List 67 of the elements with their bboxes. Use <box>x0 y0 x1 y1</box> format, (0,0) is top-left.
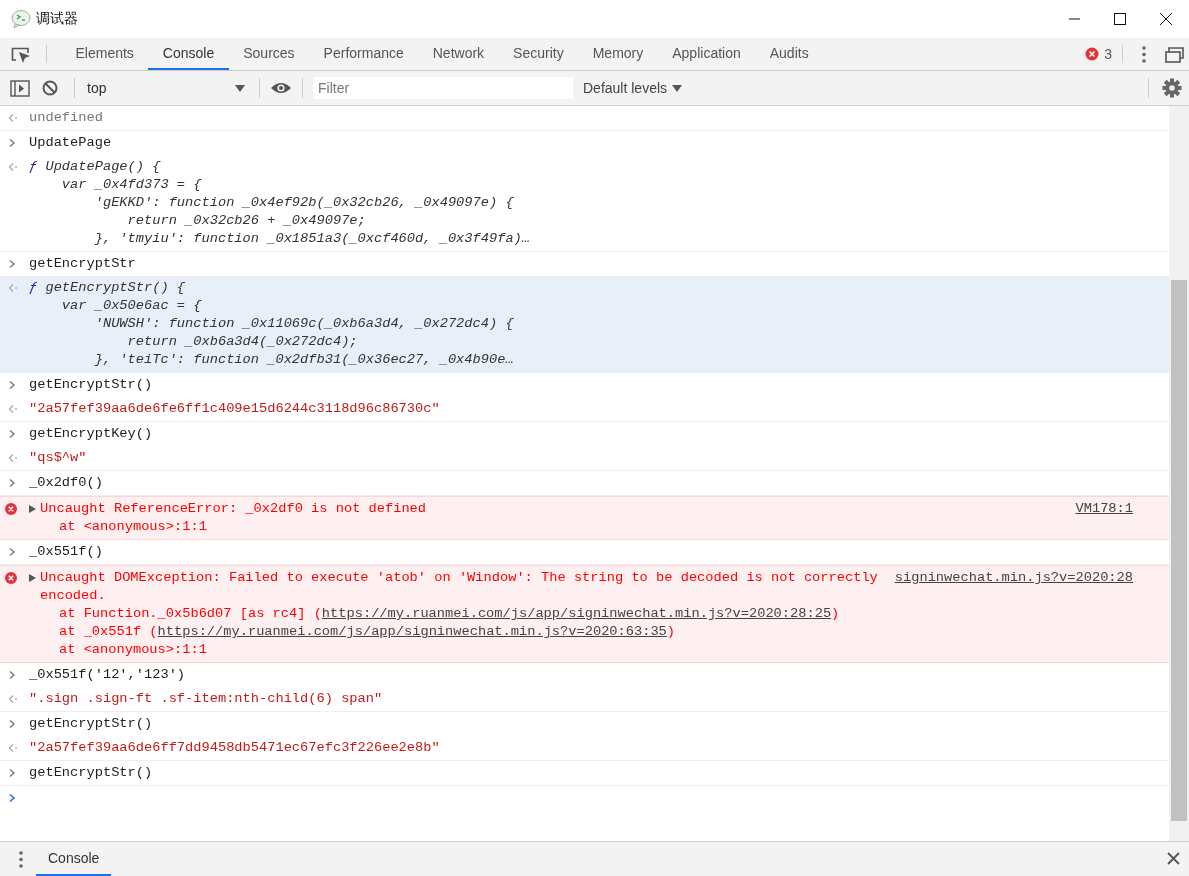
error-message: Uncaught DOMException: Failed to execute 'atob' on 'Window': The string to be decoded is not correctly encoded. <box>40 569 879 605</box>
caret-icon <box>672 84 683 92</box>
context-select[interactable]: top <box>81 75 253 101</box>
code-line: getEncryptStr() { <box>44 280 186 295</box>
stack-link[interactable]: https://my.ruanmei.com/js/app/signinwechat.min.js?v=2020:28:25 <box>321 606 832 621</box>
panel-tab[interactable]: Audits <box>755 38 824 70</box>
command-text: getEncryptStr() <box>29 764 153 782</box>
error-icon[interactable] <box>1085 47 1100 61</box>
code-line: }, 'teiTc': function _0x2dfb31(_0x36ec27, _0x4b90e… <box>93 352 514 367</box>
collapsed-triangle-icon[interactable] <box>28 504 37 514</box>
stack-link[interactable]: https://my.ruanmei.com/js/app/signinwechat.min.js?v=2020:63:35 <box>157 624 667 639</box>
code-line: var _0x50e6ac = { <box>60 298 202 313</box>
command-text: getEncryptStr() <box>29 376 153 394</box>
chat-bubble-icon <box>11 10 31 28</box>
code-line: }, 'tmyiu': function _0x1851a3(_0xcf460d, _0x3f49fa)… <box>93 231 531 246</box>
stack-line: at Function._0x5b6d07 [as rc4] (https://my.ruanmei.com/js/app/signinwechat.min.js?v=2020:28:25) <box>58 605 841 623</box>
scrollbar[interactable] <box>1169 106 1189 841</box>
command-text: _0x2df0() <box>29 474 103 492</box>
error-message: Uncaught ReferenceError: _0x2df0 is not defined <box>40 500 428 518</box>
return-arrow-icon <box>8 694 18 704</box>
result-text: ".sign .sign-ft .sf-item:nth-child(6) span" <box>29 690 383 708</box>
stack-line: at _0x551f (https://my.ruanmei.com/js/app/signinwechat.min.js?v=2020:63:35) <box>58 623 677 641</box>
command-text: getEncryptKey() <box>29 425 153 443</box>
return-arrow-icon <box>8 162 18 172</box>
return-arrow-icon <box>8 283 18 293</box>
stack-line: at <anonymous>:1:1 <box>58 518 208 536</box>
panel-tab[interactable]: Security <box>498 38 579 70</box>
caret-icon <box>235 84 245 92</box>
command-text: _0x551f('12','123') <box>29 666 186 684</box>
return-arrow-icon <box>8 743 18 753</box>
result-text: "2a57fef39aa6de6fe6ff1c409e15d6244c3118d96c86730c" <box>29 400 440 418</box>
return-arrow-icon <box>8 404 18 414</box>
panel-tab[interactable]: Application <box>657 38 756 70</box>
command-text: UpdatePage <box>29 134 112 152</box>
panel-tab[interactable]: Memory <box>578 38 658 70</box>
drawer-tab[interactable]: Console <box>36 842 112 876</box>
command-text: getEncryptStr <box>29 255 136 273</box>
source-link[interactable]: VM178:1 <box>1075 500 1133 518</box>
return-arrow-icon <box>8 113 18 123</box>
code-line: UpdatePage() { <box>44 159 161 174</box>
stack-line: at <anonymous>:1:1 <box>58 641 208 659</box>
result-text: undefined <box>29 109 103 127</box>
panel-tab[interactable]: Elements <box>61 38 149 70</box>
filter-field[interactable]: Filter <box>313 77 573 99</box>
code-line: return _0x32cb26 + _0x49097e; <box>126 213 366 228</box>
function-keyword: ƒ <box>29 280 38 295</box>
result-text: "qs$^w" <box>29 449 87 467</box>
error-icon <box>5 503 17 515</box>
window-title: 调试器 <box>36 10 78 28</box>
code-line: var _0x4fd373 = { <box>60 177 202 192</box>
command-text: getEncryptStr() <box>29 715 153 733</box>
code-line: 'gEKKD': function _0x4ef92b(_0x32cb26, _0x49097e) { <box>93 195 514 210</box>
source-link[interactable]: signinwechat.min.js?v=2020:28 <box>894 569 1133 587</box>
code-line: return _0xb6a3d4(_0x272dc4); <box>126 334 358 349</box>
command-text: _0x551f() <box>29 543 103 561</box>
panel-tab[interactable]: Sources <box>228 38 310 70</box>
prompt-chevron-icon[interactable] <box>8 793 18 803</box>
panel-tab[interactable]: Network <box>418 38 499 70</box>
error-count[interactable]: 3 <box>1104 46 1112 62</box>
collapsed-triangle-icon[interactable] <box>28 573 37 583</box>
code-line: 'NUWSH': function _0x11069c(_0xb6a3d4, _0x272dc4) { <box>93 316 514 331</box>
function-keyword: ƒ <box>29 159 38 174</box>
error-icon <box>5 572 17 584</box>
return-arrow-icon <box>8 453 18 463</box>
panel-tab[interactable]: Performance <box>309 38 419 70</box>
result-text: "2a57fef39aa6de6ff7dd9458db5471ec67efc3f226ee2e8b" <box>29 739 440 757</box>
levels-dropdown[interactable]: Default levels <box>577 79 689 97</box>
